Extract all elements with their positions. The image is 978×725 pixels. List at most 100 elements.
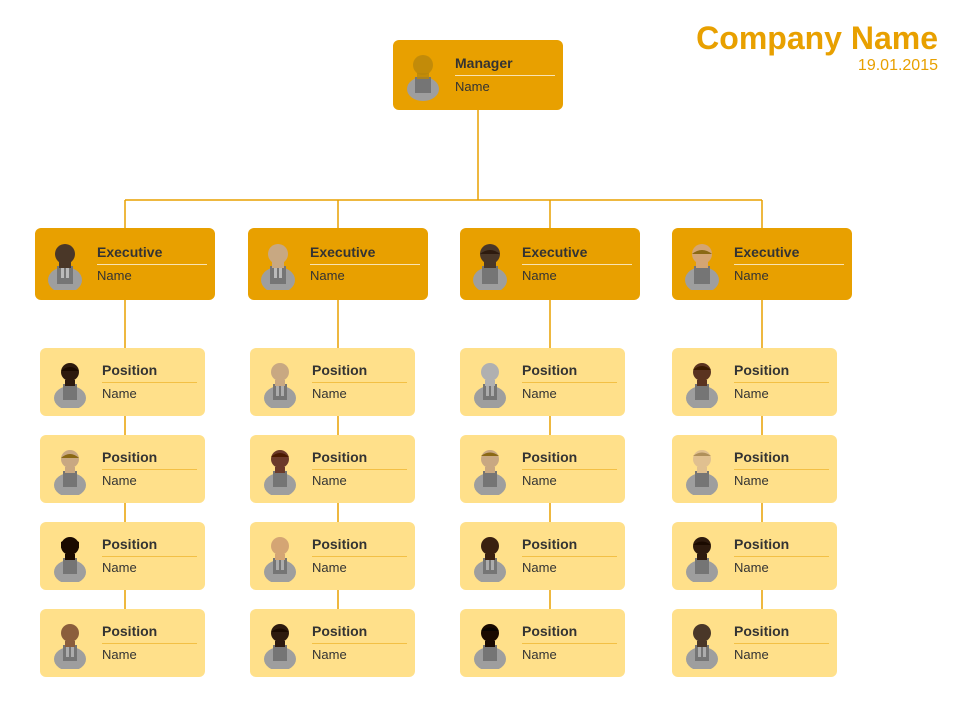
manager-avatar [397,49,449,101]
pos-4-4-text: Position Name [734,623,829,662]
pos-4-2-title: Position [734,449,829,466]
company-date: 19.01.2015 [696,57,938,75]
exec-1-text: Executive Name [97,244,207,283]
pos-2-2-name: Name [312,473,407,489]
pos-1-2-title: Position [102,449,197,466]
executive-card-3: Executive Name [460,228,640,300]
pos-2-3-text: Position Name [312,536,407,575]
position-card-3-3: Position Name [460,522,625,590]
pos-3-4-name: Name [522,647,617,663]
pos-2-1-name: Name [312,386,407,402]
pos-4-4-title: Position [734,623,829,640]
position-card-3-4: Position Name [460,609,625,677]
pos-1-4-text: Position Name [102,623,197,662]
exec-3-avatar [464,238,516,290]
exec-2-name: Name [310,268,420,284]
exec-2-title: Executive [310,244,420,261]
pos-3-4-title: Position [522,623,617,640]
pos-2-1-avatar [254,356,306,408]
manager-card: Manager Name [393,40,563,110]
exec-1-avatar [39,238,91,290]
pos-3-1-name: Name [522,386,617,402]
pos-2-4-avatar [254,617,306,669]
pos-1-2-name: Name [102,473,197,489]
position-card-3-1: Position Name [460,348,625,416]
pos-1-2-text: Position Name [102,449,197,488]
exec-4-avatar [676,238,728,290]
pos-1-3-title: Position [102,536,197,553]
pos-2-3-avatar [254,530,306,582]
pos-3-3-text: Position Name [522,536,617,575]
position-card-4-3: Position Name [672,522,837,590]
manager-text: Manager Name [455,55,555,94]
pos-2-1-title: Position [312,362,407,379]
exec-2-avatar [252,238,304,290]
pos-3-1-title: Position [522,362,617,379]
pos-1-2-avatar [44,443,96,495]
pos-3-4-text: Position Name [522,623,617,662]
pos-1-3-avatar [44,530,96,582]
pos-3-3-avatar [464,530,516,582]
pos-4-4-avatar [676,617,728,669]
pos-3-3-title: Position [522,536,617,553]
pos-1-4-title: Position [102,623,197,640]
pos-1-1-text: Position Name [102,362,197,401]
pos-2-2-avatar [254,443,306,495]
position-card-4-1: Position Name [672,348,837,416]
pos-1-4-avatar [44,617,96,669]
pos-2-4-text: Position Name [312,623,407,662]
pos-4-1-name: Name [734,386,829,402]
pos-3-1-text: Position Name [522,362,617,401]
position-card-1-3: Position Name [40,522,205,590]
position-card-1-2: Position Name [40,435,205,503]
company-name: Company Name [696,20,938,57]
pos-4-1-text: Position Name [734,362,829,401]
pos-1-1-avatar [44,356,96,408]
pos-1-3-name: Name [102,560,197,576]
exec-4-title: Executive [734,244,844,261]
company-header: Company Name 19.01.2015 [696,20,938,75]
exec-1-name: Name [97,268,207,284]
pos-2-1-text: Position Name [312,362,407,401]
manager-title: Manager [455,55,555,72]
pos-3-2-avatar [464,443,516,495]
exec-2-text: Executive Name [310,244,420,283]
pos-4-3-name: Name [734,560,829,576]
pos-3-1-avatar [464,356,516,408]
position-card-4-4: Position Name [672,609,837,677]
pos-4-3-title: Position [734,536,829,553]
pos-4-2-text: Position Name [734,449,829,488]
pos-4-1-avatar [676,356,728,408]
position-card-2-2: Position Name [250,435,415,503]
pos-1-3-text: Position Name [102,536,197,575]
executive-card-2: Executive Name [248,228,428,300]
pos-2-2-title: Position [312,449,407,466]
pos-3-3-name: Name [522,560,617,576]
pos-4-3-avatar [676,530,728,582]
pos-2-3-title: Position [312,536,407,553]
exec-3-text: Executive Name [522,244,632,283]
pos-1-1-name: Name [102,386,197,402]
pos-4-4-name: Name [734,647,829,663]
exec-1-title: Executive [97,244,207,261]
pos-1-4-name: Name [102,647,197,663]
pos-4-2-avatar [676,443,728,495]
pos-4-1-title: Position [734,362,829,379]
exec-4-text: Executive Name [734,244,844,283]
pos-4-2-name: Name [734,473,829,489]
pos-2-3-name: Name [312,560,407,576]
pos-3-2-name: Name [522,473,617,489]
position-card-1-4: Position Name [40,609,205,677]
position-card-3-2: Position Name [460,435,625,503]
position-card-4-2: Position Name [672,435,837,503]
manager-name: Name [455,79,555,95]
pos-3-2-title: Position [522,449,617,466]
exec-3-name: Name [522,268,632,284]
position-card-2-4: Position Name [250,609,415,677]
position-card-2-1: Position Name [250,348,415,416]
pos-1-1-title: Position [102,362,197,379]
pos-3-4-avatar [464,617,516,669]
pos-4-3-text: Position Name [734,536,829,575]
pos-2-4-title: Position [312,623,407,640]
exec-4-name: Name [734,268,844,284]
